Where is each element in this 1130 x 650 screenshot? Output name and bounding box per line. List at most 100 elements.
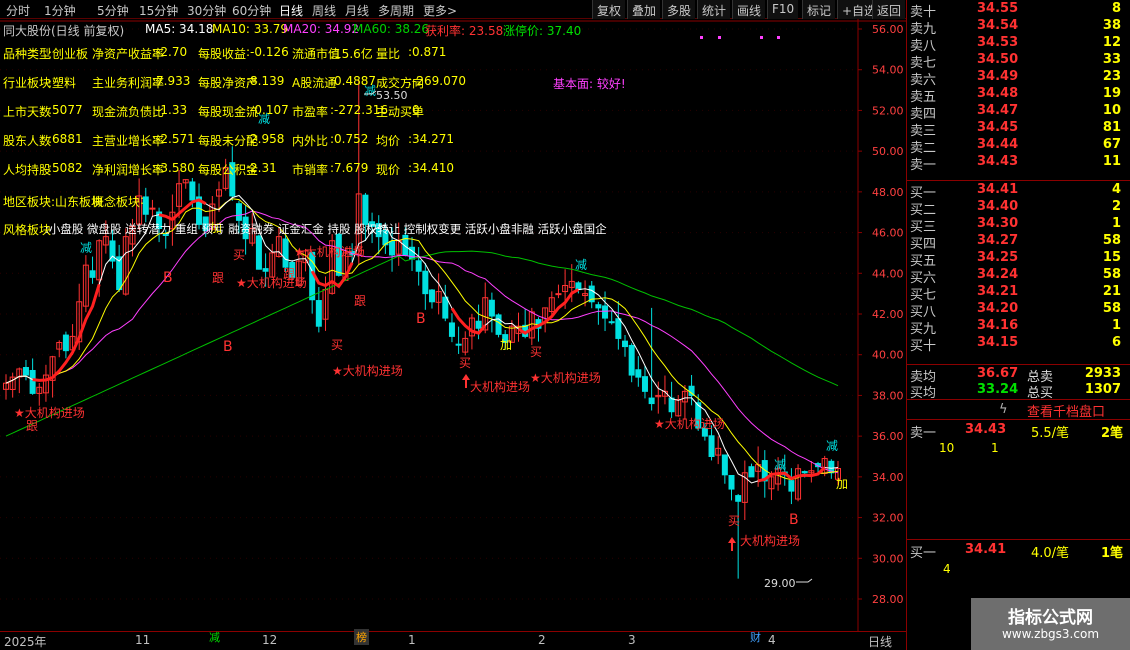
f10-button[interactable]: F10 [767, 0, 799, 19]
ask-price: 34.45 [977, 120, 1019, 135]
bid-row-3[interactable]: 买三 34.30 1 [907, 216, 1130, 235]
tab-5min[interactable]: 5分钟 [97, 2, 129, 19]
bid-row-6[interactable]: 买六 34.24 58 [907, 267, 1130, 286]
candle-body [788, 480, 795, 492]
ask-row-6[interactable]: 卖六 34.49 23 [907, 69, 1130, 88]
fund-r5-cell-9: :34.410 [408, 161, 455, 175]
bid-row-4[interactable]: 买四 34.27 58 [907, 233, 1130, 252]
candle-body [262, 268, 269, 272]
tab-daily[interactable]: 日线 [279, 2, 303, 19]
signal-add-3: 加 [836, 477, 848, 491]
fund-r1-cell-7: :15.6亿 [330, 47, 373, 61]
fund-r2-cell-1: :塑料 [48, 76, 77, 90]
candle-body [708, 435, 715, 458]
tab-weekly[interactable]: 周线 [312, 2, 336, 19]
event-reduce-marker[interactable]: 减 [207, 629, 222, 645]
y-tick-label: 36.00 [872, 430, 904, 443]
y-tick-label: 50.00 [872, 145, 904, 158]
candle-body [475, 320, 482, 329]
signal-follow-2: 跟 [212, 271, 224, 285]
ask-row-1[interactable]: 卖一 34.43 11 [907, 154, 1130, 173]
ask-row-8[interactable]: 卖八 34.53 12 [907, 35, 1130, 54]
candle-body [255, 235, 262, 270]
fund-r2-cell-7: :0.4887 [330, 74, 377, 88]
ask-volume: 33 [1102, 52, 1121, 67]
total-buy-value: 1307 [1084, 382, 1121, 397]
candle-body [89, 270, 96, 278]
event-dot-icon [760, 36, 763, 39]
ma5-value: MA5: 34.18 [145, 22, 214, 36]
fund-r4-cell-7: :0.752 [330, 132, 369, 146]
tab-monthly[interactable]: 月线 [345, 2, 369, 19]
overlay-button[interactable]: 叠加 [627, 0, 661, 19]
candle-body [442, 296, 449, 319]
bid1-detail-row: 买一 34.41 4.0/笔 1笔 [907, 542, 1130, 561]
fund-r2-cell-5: :8.139 [246, 74, 285, 88]
bid1-detail-price: 34.41 [965, 542, 1007, 557]
ask-row-9[interactable]: 卖九 34.54 38 [907, 18, 1130, 37]
fund-r1-cell-8: 量比 [376, 47, 401, 61]
bid-row-9[interactable]: 买九 34.16 1 [907, 318, 1130, 337]
bid-row-1[interactable]: 买一 34.41 4 [907, 182, 1130, 201]
inst-entry-7: ★大机构进场 [654, 416, 725, 431]
tab-30min[interactable]: 30分钟 [187, 2, 226, 19]
event-finance-marker[interactable]: 财 [748, 629, 763, 645]
tab-15min[interactable]: 15分钟 [139, 2, 178, 19]
tab-more[interactable]: 更多> [423, 2, 457, 19]
ask-price: 34.55 [977, 1, 1019, 16]
bid1-detail-label: 买一 [910, 546, 937, 561]
tab-60min[interactable]: 60分钟 [232, 2, 271, 19]
x-label-12: 12 [262, 633, 278, 647]
buy-arrow-icon [462, 374, 470, 388]
fund-r2-cell-9: :-269.070 [408, 74, 466, 88]
bid-row-8[interactable]: 买八 34.20 58 [907, 301, 1130, 320]
thousand-level-button[interactable]: 查看千档盘口 [1027, 401, 1105, 420]
signal-buy-1: 买 [233, 248, 245, 262]
watermark-title: 指标公式网 [1008, 608, 1093, 628]
bid-row-10[interactable]: 买十 34.15 6 [907, 335, 1130, 354]
bid1-order-count: 1笔 [1100, 546, 1123, 561]
ask-row-3[interactable]: 卖三 34.45 81 [907, 120, 1130, 139]
tab-multi-period[interactable]: 多周期 [378, 2, 414, 19]
fund-r5-cell-7: :7.679 [330, 161, 369, 175]
ask-row-7[interactable]: 卖七 34.50 33 [907, 52, 1130, 71]
ask-row-5[interactable]: 卖五 34.48 19 [907, 86, 1130, 105]
ask-row-2[interactable]: 卖二 34.44 67 [907, 137, 1130, 156]
statistics-button[interactable]: 统计 [697, 0, 731, 19]
bid-row-7[interactable]: 买七 34.21 21 [907, 284, 1130, 303]
mark-button[interactable]: 标记 [802, 0, 836, 19]
candle-body [235, 203, 242, 221]
bid-row-2[interactable]: 买二 34.40 2 [907, 199, 1130, 218]
fund-r5-cell-5: :2.31 [246, 161, 277, 175]
bid-volume: 4 [1111, 182, 1121, 197]
ask-price: 34.50 [977, 52, 1019, 67]
multi-stock-button[interactable]: 多股 [662, 0, 696, 19]
tab-fenshi[interactable]: 分时 [6, 2, 30, 19]
bid-price: 34.20 [977, 301, 1019, 316]
fund-r1-cell-1: :创业板 [48, 47, 89, 61]
concept-label: 概念板块 [92, 195, 141, 209]
inst-entry-5: 大机构进场 [470, 379, 530, 394]
kline-chart[interactable]: B B B B ★大机构进场 ★大机构进场 ★大机构进场 ★大机构进场 大机构进场 ★大机构进场 ★… [0, 19, 906, 631]
order-book-panel: 卖十 34.55 8 卖九 34.54 38 卖八 34.53 12 卖七 34.50 33 卖六 34.… [906, 0, 1130, 650]
bid-price: 34.15 [977, 335, 1019, 350]
y-tick-label: 34.00 [872, 471, 904, 484]
draw-line-button[interactable]: 画线 [732, 0, 766, 19]
ask-price: 34.48 [977, 86, 1019, 101]
restore-right-button[interactable]: 复权 [592, 0, 626, 19]
bid-row-5[interactable]: 买五 34.25 15 [907, 250, 1130, 269]
fund-r5-cell-6: 市销率 [292, 163, 329, 177]
event-dot-icon [718, 36, 721, 39]
back-button[interactable]: 返回 [872, 0, 906, 19]
ask-row-10[interactable]: 卖十 34.55 8 [907, 1, 1130, 20]
event-list-marker[interactable]: 榜 [354, 629, 369, 645]
fund-r2-cell-0: 行业板块 [3, 76, 52, 90]
tab-1min[interactable]: 1分钟 [44, 2, 76, 19]
inst-entry-1: ★大机构进场 [14, 405, 85, 420]
ask1-detail-row: 卖一 34.43 5.5/笔 2笔 [907, 422, 1130, 441]
ask1-order-count: 2笔 [1100, 426, 1123, 441]
fund-r1-cell-5: :-0.126 [246, 45, 289, 59]
ask-row-4[interactable]: 卖四 34.47 10 [907, 103, 1130, 122]
bid-volume: 6 [1111, 335, 1121, 350]
candle-body [668, 397, 675, 413]
